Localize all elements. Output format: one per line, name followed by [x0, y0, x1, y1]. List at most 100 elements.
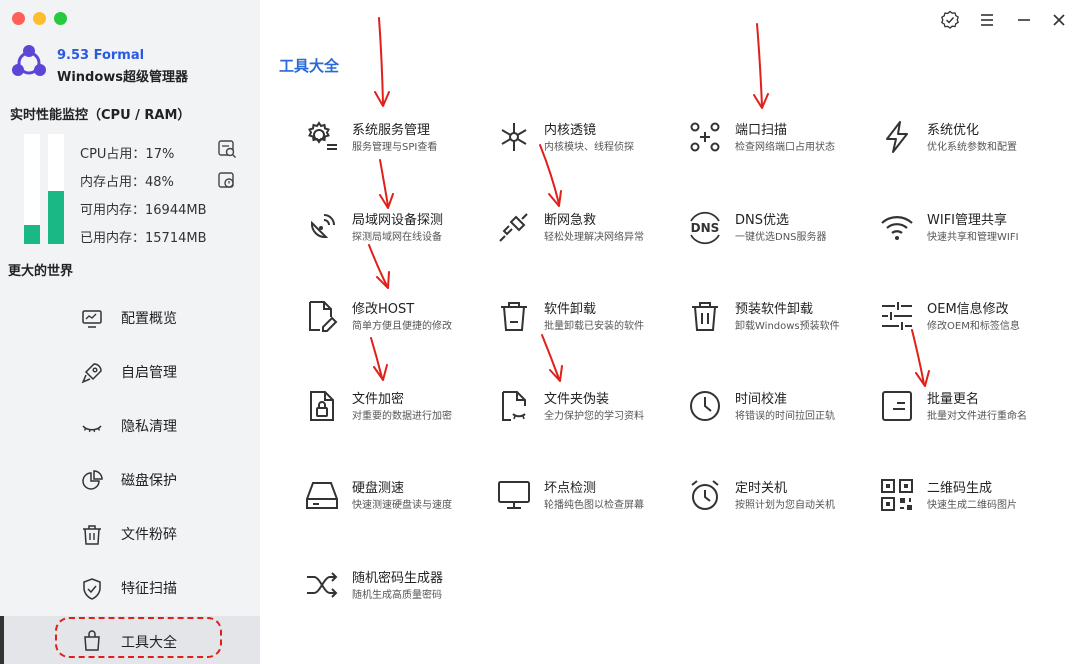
rename-icon — [882, 391, 912, 421]
app-name: Windows超级管理器 — [57, 70, 189, 85]
monitor-title: 实时性能监控（CPU / RAM） — [10, 108, 191, 123]
close-icon[interactable] — [1049, 10, 1069, 30]
tool-name: 文件加密 — [352, 392, 405, 407]
tool-name: 定时关机 — [735, 481, 788, 496]
tool-desc: 简单方便且便捷的修改 — [352, 321, 452, 332]
tool-system-optimize[interactable]: 系统优化 优化系统参数和配置 — [879, 115, 1065, 159]
minimize-icon[interactable] — [1014, 10, 1034, 30]
clock-icon — [690, 391, 720, 421]
sidebar-item-disk-protect[interactable]: 磁盘保护 — [0, 458, 260, 502]
sidebar-item-signature-scan[interactable]: 特征扫描 — [0, 566, 260, 610]
file-edit-icon — [309, 301, 338, 332]
alarm-icon — [691, 480, 719, 510]
tool-desc: 随机生成高质量密码 — [352, 590, 442, 601]
verified-badge-icon[interactable] — [940, 10, 960, 30]
closed-eye-icon — [82, 425, 102, 433]
tool-name: 随机密码生成器 — [352, 571, 444, 586]
annotation-arrowhead — [548, 190, 562, 207]
tool-name: 系统服务管理 — [352, 123, 431, 138]
minimize-window-dot[interactable] — [33, 12, 46, 25]
tool-scheduled-shutdown[interactable]: 定时关机 按照计划为您自动关机 — [687, 473, 873, 517]
tool-network-rescue[interactable]: 断网急救 轻松处理解决网络异常 — [496, 205, 682, 249]
tool-uninstall-software[interactable]: 软件卸载 批量卸载已安装的软件 — [496, 294, 682, 338]
annotation-dashed-highlight — [55, 617, 222, 658]
wifi-icon — [881, 216, 913, 240]
tool-kernel-lens[interactable]: 内核透镜 内核模块、线程侦探 — [496, 115, 682, 159]
tool-name: 二维码生成 — [927, 481, 993, 496]
tool-name: 时间校准 — [735, 392, 788, 407]
tool-dead-pixel-check[interactable]: 坏点检测 轮播纯色图以检查屏幕 — [496, 473, 682, 517]
sidebar-item-label: 自启管理 — [121, 365, 177, 381]
tool-desc: 一键优选DNS服务器 — [735, 232, 827, 243]
tool-desc: 轻松处理解决网络异常 — [544, 232, 644, 243]
tool-desc: 检查网络端口占用状态 — [735, 142, 835, 153]
tool-name: DNS优选 — [735, 213, 789, 228]
tool-system-service[interactable]: 系统服务管理 服务管理与SPI查看 — [304, 115, 490, 159]
tool-name: 文件夹伪装 — [544, 392, 610, 407]
tool-batch-rename[interactable]: 批量更名 批量对文件进行重命名 — [879, 384, 1065, 428]
bin-lines-icon — [692, 302, 718, 331]
tool-file-encrypt[interactable]: 文件加密 对重要的数据进行加密 — [304, 384, 490, 428]
annotation-arrow — [911, 329, 925, 385]
menu-icon[interactable] — [977, 10, 997, 30]
file-lock-icon — [310, 391, 334, 421]
harddisk-icon — [306, 482, 338, 509]
sidebar-item-privacy-clean[interactable]: 隐私清理 — [0, 404, 260, 448]
zoom-window-dot[interactable] — [54, 12, 67, 25]
tool-wifi-share[interactable]: WIFI管理共享 快速共享和管理WIFI — [879, 205, 1065, 249]
annotation-arrow — [370, 337, 383, 379]
tool-desc: 快速生成二维码图片 — [927, 500, 1017, 511]
shield-check-icon — [83, 578, 101, 600]
tool-desc: 修改OEM和标签信息 — [927, 321, 1020, 332]
file-mask-icon — [502, 391, 526, 421]
tool-port-scan[interactable]: 端口扫描 检查网络端口占用状态 — [687, 115, 873, 159]
tool-time-calibrate[interactable]: 时间校准 将错误的时间拉回正轨 — [687, 384, 873, 428]
sidebar-item-config-overview[interactable]: 配置概览 — [0, 296, 260, 340]
tool-desc: 服务管理与SPI查看 — [352, 142, 438, 153]
page-title: 工具大全 — [279, 57, 340, 75]
plug-icon — [499, 213, 528, 242]
tool-name: 硬盘测速 — [352, 481, 405, 496]
refresh-report-icon[interactable] — [217, 171, 237, 191]
tool-qrcode-generate[interactable]: 二维码生成 快速生成二维码图片 — [879, 473, 1065, 517]
trash-icon — [83, 525, 101, 545]
tool-desc: 快速共享和管理WIFI — [927, 232, 1019, 243]
tool-folder-disguise[interactable]: 文件夹伪装 全力保护您的学习资料 — [496, 384, 682, 428]
tool-disk-speed-test[interactable]: 硬盘测速 快速测速硬盘读与速度 — [304, 473, 490, 517]
tool-lan-device-detect[interactable]: 局域网设备探测 探测局域网在线设备 — [304, 205, 490, 249]
tool-name: 预装软件卸载 — [735, 302, 814, 317]
satellite-icon — [310, 214, 335, 239]
shuffle-icon — [307, 572, 338, 598]
sidebar-item-label: 磁盘保护 — [121, 473, 177, 489]
annotation-arrowhead — [376, 271, 390, 289]
tool-random-password[interactable]: 随机密码生成器 随机生成高质量密码 — [304, 563, 490, 607]
tool-name: 修改HOST — [352, 302, 415, 317]
tool-name: WIFI管理共享 — [927, 213, 1007, 228]
qrcode-icon — [881, 479, 913, 511]
annotation-arrow — [368, 244, 388, 287]
tool-name: 内核透镜 — [544, 123, 597, 138]
screen-icon — [498, 481, 530, 509]
tool-dns-optimize[interactable]: DNS DNS优选 一键优选DNS服务器 — [687, 205, 873, 249]
rocket-icon — [81, 363, 102, 384]
tool-edit-host[interactable]: 修改HOST 简单方便且便捷的修改 — [304, 294, 490, 338]
search-report-icon[interactable] — [217, 139, 237, 159]
sidebar-item-file-shred[interactable]: 文件粉碎 — [0, 512, 260, 556]
sidebar-item-label: 配置概览 — [121, 311, 177, 327]
tool-desc: 按照计划为您自动关机 — [735, 500, 835, 511]
annotation-arrow — [756, 23, 763, 107]
tool-uninstall-preinstalled[interactable]: 预装软件卸载 卸载Windows预装软件 — [687, 294, 873, 338]
cpu-usage-text: CPU占用：17% — [80, 147, 175, 162]
tool-oem-info[interactable]: OEM信息修改 修改OEM和标签信息 — [879, 294, 1065, 338]
tool-name: 断网急救 — [544, 213, 597, 228]
dns-icon: DNS — [690, 211, 720, 245]
sidebar-item-startup-manager[interactable]: 自启管理 — [0, 350, 260, 394]
tool-desc: 对重要的数据进行加密 — [352, 411, 452, 422]
memory-usage-bar — [48, 134, 64, 244]
close-window-dot[interactable] — [12, 12, 25, 25]
tool-desc: 内核模块、线程侦探 — [544, 142, 634, 153]
sidebar-item-label: 文件粉碎 — [121, 527, 177, 543]
active-indicator — [0, 616, 4, 664]
sidebar-item-label: 隐私清理 — [121, 419, 177, 435]
app-logo-icon — [12, 45, 46, 76]
